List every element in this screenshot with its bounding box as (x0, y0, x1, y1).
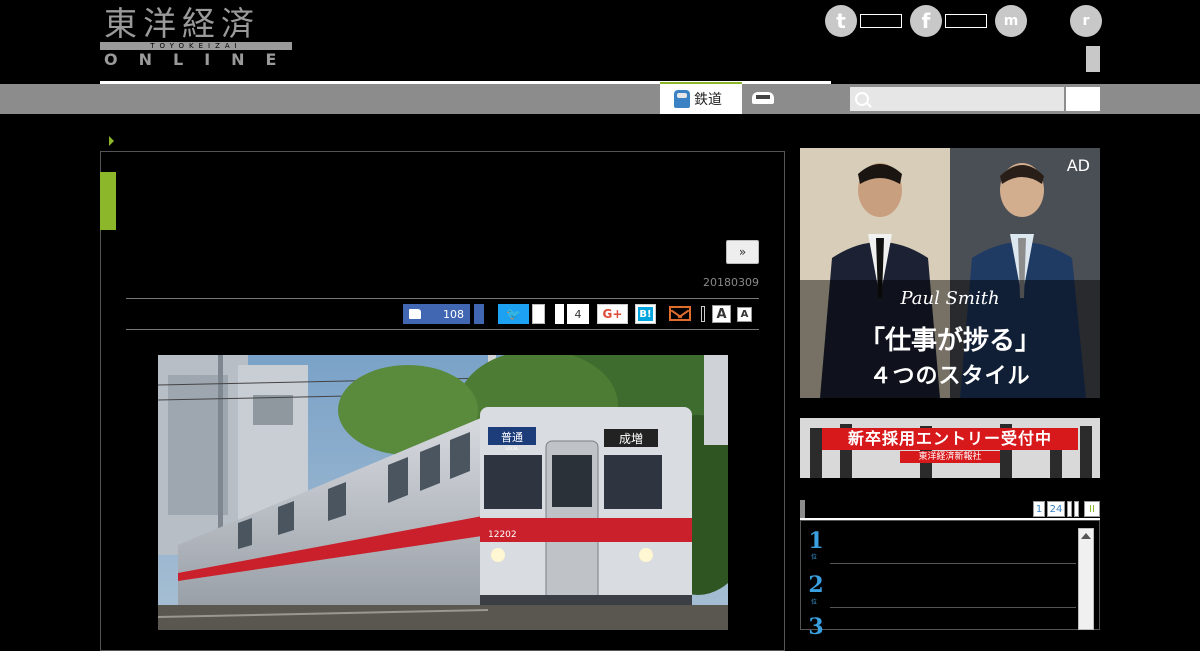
recruit-main-text: 新卒採用エントリー受付中 (822, 428, 1078, 450)
facebook-like-count: 108 (443, 307, 464, 321)
twitter-follow-count (860, 14, 902, 28)
article-photo-train: 普通 LOCAL 成増 12202 (158, 355, 728, 630)
rank-unit-1: 位 (811, 554, 818, 561)
pocket-count: 4 (567, 304, 589, 324)
ranking-header-mark (800, 500, 805, 518)
breadcrumb-arrow-icon (109, 136, 114, 146)
font-size-large-button[interactable]: A (712, 305, 731, 323)
ad-label: AD (1066, 156, 1090, 175)
tab-rail-label: 鉄道 (694, 92, 722, 108)
facebook-like-button[interactable]: 108 (403, 304, 470, 324)
ranking-tab-4[interactable] (1074, 501, 1079, 517)
font-size-small-button[interactable]: A (737, 307, 752, 322)
twitter-icon[interactable]: t (825, 5, 857, 37)
rank-unit-2: 位 (811, 599, 818, 606)
article-date: 20180309 (703, 276, 759, 289)
train-type-sign-en: LOCAL (506, 446, 520, 451)
google-plus-button[interactable]: G+ (597, 304, 628, 324)
site-logo-roman: TOYOKEIZAI (100, 42, 292, 50)
ranking-tab-24[interactable]: 24 (1047, 501, 1065, 517)
hatena-icon: B! (638, 307, 653, 321)
mail-icon[interactable] (669, 306, 691, 321)
tweet-count (532, 304, 545, 324)
car-icon[interactable] (752, 92, 774, 104)
train-photo-illustration: 普通 LOCAL 成増 12202 (158, 355, 728, 630)
ranking-scrollbar[interactable] (1078, 528, 1094, 630)
train-type-sign: 普通 (501, 430, 523, 444)
facebook-icon[interactable]: f (910, 5, 942, 37)
ad-banner-paulsmith[interactable]: AD Paul Smith 「仕事が捗る」 ４つのスタイル (800, 148, 1100, 398)
tab-rail[interactable]: 鉄道 (660, 82, 742, 114)
hatena-bookmark-button[interactable]: B! (635, 304, 656, 324)
messenger-icon[interactable]: m (995, 5, 1027, 37)
recruit-sub-text: 東洋経済新報社 (900, 451, 1000, 463)
facebook-share-button[interactable] (474, 304, 484, 324)
search-button[interactable] (1066, 87, 1100, 111)
search-icon (855, 92, 869, 106)
share-bar-bottom-rule (126, 329, 759, 330)
train-icon (674, 90, 690, 108)
ranking-tab-1[interactable]: 1 (1033, 501, 1045, 517)
print-button[interactable] (701, 306, 705, 322)
twitter-bird-icon: 🐦 (506, 307, 521, 321)
rank-number-3: 3 (808, 614, 824, 640)
twitter-glyph: t (836, 9, 846, 33)
rank-row-2[interactable] (830, 607, 1076, 608)
train-car-number: 12202 (488, 530, 517, 540)
ranking-tab-5[interactable]: II (1084, 501, 1100, 517)
header-menu-button[interactable] (1086, 46, 1100, 72)
thumbs-up-icon (409, 309, 421, 319)
rank-number-1: 1 (808, 528, 824, 554)
ranking-tab-3[interactable] (1067, 501, 1072, 517)
next-page-button[interactable]: » (726, 240, 759, 264)
ad-brand: Paul Smith (900, 288, 1000, 309)
site-logo-kanji[interactable]: 東洋経済 (104, 4, 260, 44)
recruit-banner[interactable]: 新卒採用エントリー受付中 東洋経済新報社 (800, 418, 1100, 478)
rank-number-2: 2 (808, 572, 824, 598)
share-bar-top-rule (126, 298, 759, 299)
scroll-up-icon[interactable] (1081, 533, 1091, 539)
facebook-like-count (945, 14, 987, 28)
rank-row-1[interactable] (830, 563, 1076, 564)
facebook-glyph: f (921, 9, 931, 33)
title-accent-bar (100, 172, 116, 230)
ad-copy-line2: ４つのスタイル (869, 364, 1031, 389)
site-logo-online: ONLINE (104, 50, 298, 69)
ranking-list (800, 520, 1100, 630)
ad-copy-line1: 「仕事が捗る」 (858, 326, 1041, 356)
rss-glyph: r (1082, 13, 1090, 29)
messenger-glyph: m (1003, 13, 1019, 29)
pocket-button[interactable] (555, 304, 564, 324)
train-destination-sign: 成増 (619, 432, 643, 446)
rss-icon[interactable]: r (1070, 5, 1102, 37)
search-input[interactable] (850, 87, 1064, 111)
tweet-button[interactable]: 🐦 (498, 304, 529, 324)
